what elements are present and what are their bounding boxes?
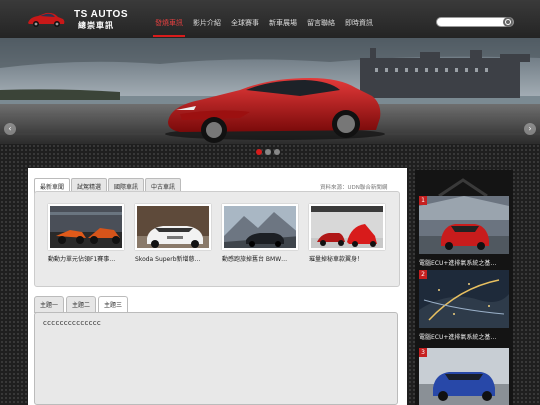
nav-item-live-info[interactable]: 即時資訊	[340, 15, 378, 31]
tab-topic-1[interactable]: 主題一	[34, 296, 65, 313]
sidebar-item[interactable]: 2 電腦ECU+進排氣系統之基…	[419, 270, 509, 341]
brand-name-zh[interactable]: 總崇車訊	[78, 20, 114, 31]
rank-number: 3	[419, 348, 427, 357]
topic-content: cccccccccccccc	[34, 312, 398, 405]
sidebar-item[interactable]: 3	[419, 348, 509, 405]
news-source[interactable]: 資料來源：UDN聯合新聞網	[320, 183, 387, 191]
scroll-up-arrow-icon[interactable]	[437, 176, 489, 198]
news-list: 動動力單元佔領F1賽事… Skoda Superb新增慈… 動感跑旅掉舊台 BM…	[34, 191, 400, 287]
sidebar-thumbnail[interactable]: 3	[419, 348, 509, 405]
tab-topic-2[interactable]: 主題二	[66, 296, 97, 313]
banner-dot-2[interactable]	[265, 149, 271, 155]
sidebar-caption[interactable]: 電腦ECU+進排氣系統之基…	[419, 332, 509, 341]
topic-content-text: cccccccccccccc	[43, 319, 102, 327]
news-caption[interactable]: 動感跑旅掉舊台 BMW…	[222, 254, 302, 263]
header: TS AUTOS 總崇車訊 發燒車訊 影片介紹 全球賽事 新車展場 留言聯絡 即…	[0, 0, 540, 38]
sidebar-ranking: 1 電腦ECU+進排氣系統之基… 2 電腦ECU+進排氣系統之基… 3	[415, 170, 513, 405]
rank-number: 1	[419, 196, 427, 205]
banner-next-arrow-icon[interactable]: ›	[524, 123, 536, 135]
sidebar-item[interactable]: 1 電腦ECU+進排氣系統之基…	[419, 196, 509, 267]
news-card[interactable]: 動動力單元佔領F1賽事…	[48, 204, 128, 263]
brand-name-en[interactable]: TS AUTOS	[74, 9, 128, 20]
sidebar-caption[interactable]: 電腦ECU+進排氣系統之基…	[419, 258, 509, 267]
tab-topic-3[interactable]: 主題三	[98, 296, 129, 313]
nav-item-global-races[interactable]: 全球賽事	[226, 15, 264, 31]
search-icon[interactable]	[503, 17, 513, 27]
main-panel: 最新車聞 試駕精選 國際車訊 中古車訊 資料來源：UDN聯合新聞網 動動力單元佔…	[28, 168, 407, 405]
sidebar-thumbnail[interactable]: 2	[419, 270, 509, 328]
nav-item-videos[interactable]: 影片介紹	[188, 15, 226, 31]
news-thumbnail[interactable]	[48, 204, 124, 250]
nav-item-hot-news[interactable]: 發燒車訊	[150, 15, 188, 37]
news-thumbnail[interactable]	[309, 204, 385, 250]
main-nav: 發燒車訊 影片介紹 全球賽事 新車展場 留言聯絡 即時資訊	[150, 15, 378, 37]
sidebar-thumbnail[interactable]: 1	[419, 196, 509, 254]
banner-dot-1[interactable]	[256, 149, 262, 155]
news-card[interactable]: 動感跑旅掉舊台 BMW…	[222, 204, 302, 263]
news-thumbnail[interactable]	[222, 204, 298, 250]
topic-tabs: 主題一 主題二 主題三	[34, 296, 129, 313]
banner-pagination	[256, 149, 280, 155]
banner-dot-3[interactable]	[274, 149, 280, 155]
news-thumbnail[interactable]	[135, 204, 211, 250]
logo-car-icon[interactable]	[26, 9, 66, 29]
nav-item-new-car-show[interactable]: 新車展場	[264, 15, 302, 31]
nav-item-contact[interactable]: 留言聯絡	[302, 15, 340, 31]
hero-banner[interactable]: ‹ ›	[0, 38, 540, 144]
news-card[interactable]: 璀量掉秘車款翼身！	[309, 204, 389, 263]
rank-number: 2	[419, 270, 427, 279]
news-caption[interactable]: Skoda Superb新增慈…	[135, 254, 215, 263]
news-card[interactable]: Skoda Superb新增慈…	[135, 204, 215, 263]
banner-prev-arrow-icon[interactable]: ‹	[4, 123, 16, 135]
news-caption[interactable]: 動動力單元佔領F1賽事…	[48, 254, 128, 263]
news-caption[interactable]: 璀量掉秘車款翼身！	[309, 254, 389, 263]
banner-image	[0, 38, 540, 144]
